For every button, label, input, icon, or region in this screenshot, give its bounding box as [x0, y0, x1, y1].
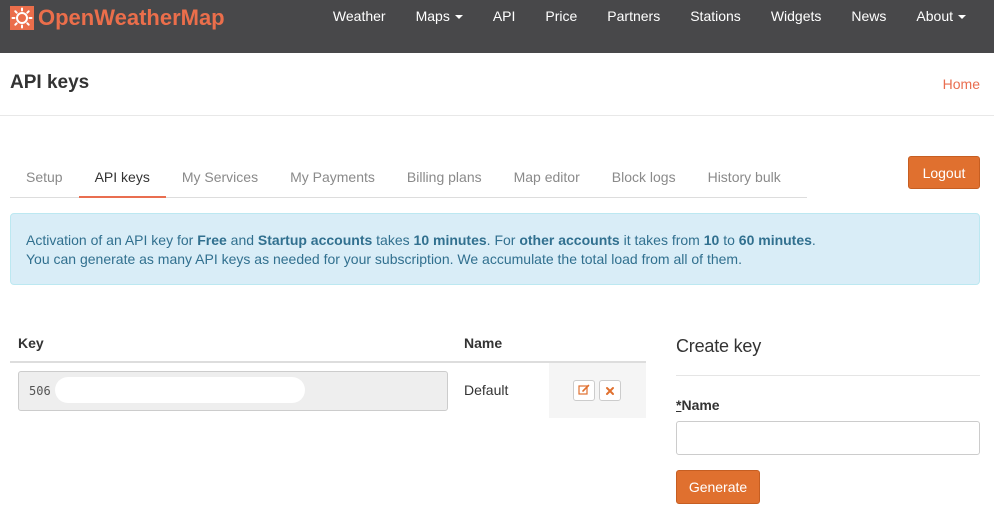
- caret-down-icon: [454, 15, 463, 19]
- create-key-divider: [676, 375, 980, 376]
- page-title: API keys: [10, 72, 90, 93]
- account-tabs: Setup API keys My Services My Payments B…: [10, 158, 807, 198]
- logout-button[interactable]: Logout: [908, 156, 980, 189]
- column-header-key: Key: [18, 335, 44, 351]
- alert-text: and: [226, 232, 258, 248]
- alert-line-1: Activation of an API key for Free and St…: [26, 231, 964, 250]
- alert-text: to: [719, 232, 739, 248]
- alert-text: .: [811, 232, 816, 248]
- api-key-name: Default: [464, 382, 509, 398]
- header-divider: [0, 115, 994, 116]
- nav-maps[interactable]: Maps: [401, 0, 478, 32]
- tab-block-logs[interactable]: Block logs: [596, 158, 692, 198]
- main-nav: Weather Maps API Price Partners Stations…: [318, 0, 994, 32]
- tab-map-editor[interactable]: Map editor: [498, 158, 596, 198]
- tab-my-services[interactable]: My Services: [166, 158, 274, 198]
- brand-logo[interactable]: OpenWeatherMap: [10, 4, 225, 32]
- nav-about-label: About: [916, 8, 953, 24]
- nav-stations[interactable]: Stations: [675, 0, 756, 32]
- nav-maps-label: Maps: [415, 8, 450, 24]
- generate-button[interactable]: Generate: [676, 470, 760, 504]
- alert-text: takes: [372, 232, 414, 248]
- tab-billing-plans[interactable]: Billing plans: [391, 158, 498, 198]
- key-name-input[interactable]: [676, 421, 980, 455]
- alert-bold: other accounts: [519, 232, 620, 248]
- caret-down-icon: [958, 15, 966, 19]
- alert-text: it takes from: [619, 232, 704, 248]
- alert-bold: 60 minutes: [738, 232, 812, 248]
- nav-api[interactable]: API: [478, 0, 531, 32]
- nav-widgets-label: Widgets: [770, 8, 822, 24]
- nav-price[interactable]: Price: [530, 0, 592, 32]
- nav-widgets[interactable]: Widgets: [756, 0, 837, 32]
- api-key-value: 506: [29, 384, 51, 398]
- nav-about[interactable]: About: [901, 0, 994, 32]
- close-icon: [605, 383, 615, 399]
- nav-news[interactable]: News: [836, 0, 901, 32]
- tab-my-payments[interactable]: My Payments: [274, 158, 391, 198]
- nav-stations-label: Stations: [690, 8, 741, 24]
- alert-text: . For: [486, 232, 520, 248]
- breadcrumb-home-link[interactable]: Home: [943, 76, 980, 92]
- sun-logo-icon: [10, 6, 34, 30]
- nav-weather-label: Weather: [332, 8, 386, 24]
- nav-news-label: News: [851, 8, 887, 24]
- name-label-text: Name: [681, 397, 720, 413]
- edit-icon: [578, 383, 590, 399]
- nav-price-label: Price: [545, 8, 578, 24]
- tab-history-bulk[interactable]: History bulk: [692, 158, 797, 198]
- top-navbar: OpenWeatherMap Weather Maps API Price Pa…: [0, 0, 994, 53]
- key-actions-cell: [549, 363, 646, 418]
- edit-key-button[interactable]: [573, 380, 595, 401]
- nav-weather[interactable]: Weather: [318, 0, 401, 32]
- column-header-name: Name: [464, 335, 503, 351]
- nav-partners[interactable]: Partners: [592, 0, 675, 32]
- create-key-title: Create key: [676, 336, 762, 356]
- activation-info-alert: Activation of an API key for Free and St…: [10, 213, 980, 285]
- api-key-redaction: [55, 377, 305, 403]
- tab-setup[interactable]: Setup: [10, 158, 79, 198]
- alert-bold: Free: [197, 232, 227, 248]
- name-field-label: *Name: [676, 397, 720, 413]
- alert-bold: 10: [703, 232, 720, 248]
- alert-bold: 10 minutes: [413, 232, 487, 248]
- delete-key-button[interactable]: [599, 380, 621, 401]
- tab-api-keys[interactable]: API keys: [78, 158, 166, 198]
- alert-line-2: You can generate as many API keys as nee…: [26, 251, 742, 267]
- alert-bold: Startup accounts: [257, 232, 373, 248]
- nav-partners-label: Partners: [607, 8, 661, 24]
- alert-text: Activation of an API key for: [26, 232, 198, 248]
- brand-name: OpenWeatherMap: [38, 5, 225, 30]
- nav-api-label: API: [492, 8, 516, 24]
